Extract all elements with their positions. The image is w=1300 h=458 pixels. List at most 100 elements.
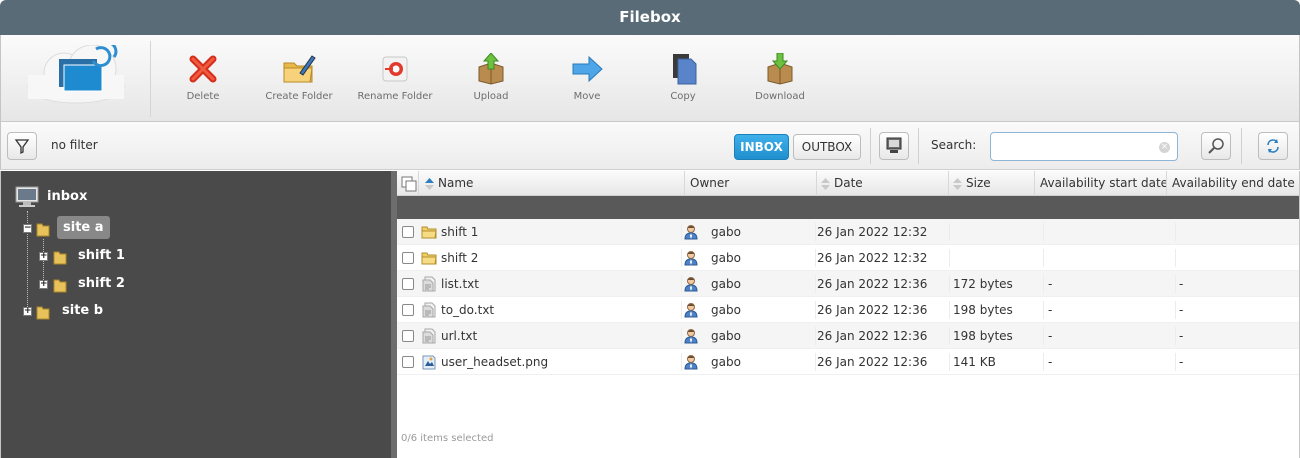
tree-node-shift-1[interactable]: shift 1 xyxy=(78,248,125,263)
cell-name: to_do.txt xyxy=(441,303,495,317)
cell-divider xyxy=(1175,223,1176,241)
filebox-logo xyxy=(26,41,126,105)
column-date-label: Date xyxy=(834,176,863,190)
cell-divider xyxy=(949,327,950,345)
table-row[interactable]: to_do.txt gabo 26 Jan 2022 12:36 198 bytes -… xyxy=(397,297,1299,323)
search-button[interactable] xyxy=(1201,132,1231,160)
filter-button[interactable] xyxy=(7,132,37,160)
cell-availability-start: - xyxy=(1048,277,1053,291)
inbox-tab[interactable]: INBOX xyxy=(734,134,789,160)
row-checkbox[interactable] xyxy=(402,356,414,368)
divider xyxy=(870,128,871,164)
cell-availability-start xyxy=(1048,219,1173,245)
folder-icon xyxy=(421,252,437,265)
tree-root-inbox[interactable]: inbox xyxy=(47,189,87,204)
file-grid: Name Owner Date Size Availability start … xyxy=(397,171,1300,458)
user-icon xyxy=(684,329,698,344)
cell-divider xyxy=(1175,275,1176,293)
cell-size xyxy=(953,219,1043,245)
image-file-icon xyxy=(422,355,436,370)
create-folder-label: Create Folder xyxy=(265,91,333,102)
row-checkbox[interactable] xyxy=(402,278,414,290)
cell-size: 198 bytes xyxy=(953,303,1013,317)
row-checkbox[interactable] xyxy=(402,330,414,342)
cell-divider xyxy=(681,223,682,241)
expand-shift-1[interactable]: + xyxy=(39,252,48,261)
row-checkbox[interactable] xyxy=(402,226,414,238)
search-input[interactable] xyxy=(990,132,1178,161)
toolbar-divider xyxy=(150,41,151,117)
copy-button[interactable]: Copy xyxy=(638,53,728,113)
delete-button[interactable]: Delete xyxy=(158,53,248,113)
column-availability-start-label: Availability start date xyxy=(1040,176,1167,190)
upload-label: Upload xyxy=(473,91,509,102)
upload-box-icon xyxy=(478,53,504,85)
tree-node-shift-2[interactable]: shift 2 xyxy=(78,276,125,291)
cell-date: 26 Jan 2022 12:36 xyxy=(817,355,928,369)
folder-icon xyxy=(36,306,50,320)
cell-divider xyxy=(1043,353,1044,371)
rename-folder-button[interactable]: Rename Folder xyxy=(350,53,440,113)
move-button[interactable]: Move xyxy=(542,53,632,113)
collapse-site-a[interactable]: − xyxy=(23,224,32,233)
row-checkbox[interactable] xyxy=(402,252,414,264)
tree-node-site-a[interactable]: site a xyxy=(57,216,110,239)
cell-availability-end: - xyxy=(1179,303,1184,317)
refresh-button[interactable] xyxy=(1258,132,1288,160)
cell-date: 26 Jan 2022 12:32 xyxy=(817,225,928,239)
user-icon xyxy=(684,355,698,370)
column-availability-end[interactable]: Availability end date xyxy=(1172,171,1299,196)
table-row[interactable]: list.txt gabo 26 Jan 2022 12:36 172 bytes - - xyxy=(397,271,1299,297)
create-folder-button[interactable]: Create Folder xyxy=(254,53,344,113)
select-all-toggle[interactable] xyxy=(397,171,419,196)
sort-icon xyxy=(953,177,962,190)
cell-availability-end xyxy=(1179,245,1297,271)
cell-divider xyxy=(681,327,682,345)
tree-node-site-b[interactable]: site b xyxy=(62,303,103,318)
download-button[interactable]: Download xyxy=(735,53,825,113)
outbox-tab[interactable]: OUTBOX xyxy=(793,134,861,160)
cell-name: user_headset.png xyxy=(441,355,549,369)
expand-site-b[interactable]: + xyxy=(23,307,32,316)
cell-divider xyxy=(1175,249,1176,267)
cell-owner: gabo xyxy=(711,355,741,369)
column-name[interactable]: Name xyxy=(425,171,685,196)
user-icon xyxy=(684,303,698,318)
cell-divider xyxy=(681,275,682,293)
cell-owner: gabo xyxy=(711,251,741,265)
cell-availability-start: - xyxy=(1048,355,1053,369)
column-size[interactable]: Size xyxy=(953,171,1035,196)
column-name-label: Name xyxy=(438,176,474,190)
computer-view-button[interactable] xyxy=(879,132,909,160)
cell-divider xyxy=(949,353,950,371)
table-row[interactable]: shift 2 gabo 26 Jan 2022 12:32 xyxy=(397,245,1299,271)
upload-button[interactable]: Upload xyxy=(446,53,536,113)
cell-date: 26 Jan 2022 12:36 xyxy=(817,329,928,343)
column-owner-label: Owner xyxy=(690,176,730,190)
folder-icon xyxy=(53,251,67,265)
column-date[interactable]: Date xyxy=(821,171,949,196)
download-box-icon xyxy=(767,53,793,85)
grid-group-band xyxy=(397,196,1299,219)
cell-date: 26 Jan 2022 12:32 xyxy=(817,251,928,265)
user-icon xyxy=(684,277,698,292)
cell-availability-start: - xyxy=(1048,303,1053,317)
clear-search-icon[interactable]: × xyxy=(1159,142,1170,153)
filter-bar: no filter INBOX OUTBOX Search: × xyxy=(0,122,1300,170)
cell-divider xyxy=(949,301,950,319)
cell-divider xyxy=(949,249,950,267)
column-owner[interactable]: Owner xyxy=(690,171,817,196)
cell-divider xyxy=(815,327,816,345)
table-row[interactable]: shift 1 gabo 26 Jan 2022 12:32 xyxy=(397,219,1299,245)
cell-divider xyxy=(1043,301,1044,319)
rename-folder-label: Rename Folder xyxy=(357,91,433,102)
table-row[interactable]: user_headset.png gabo 26 Jan 2022 12:36 141… xyxy=(397,349,1299,375)
column-availability-start[interactable]: Availability start date xyxy=(1040,171,1167,196)
table-row[interactable]: url.txt gabo 26 Jan 2022 12:36 198 bytes - - xyxy=(397,323,1299,349)
folder-tree: inbox − site a + shift 1 + shift 2 + sit… xyxy=(0,171,393,458)
cell-divider xyxy=(815,353,816,371)
row-checkbox[interactable] xyxy=(402,304,414,316)
copy-icon xyxy=(673,54,697,85)
grid-header: Name Owner Date Size Availability start … xyxy=(397,171,1299,196)
expand-shift-2[interactable]: + xyxy=(39,280,48,289)
